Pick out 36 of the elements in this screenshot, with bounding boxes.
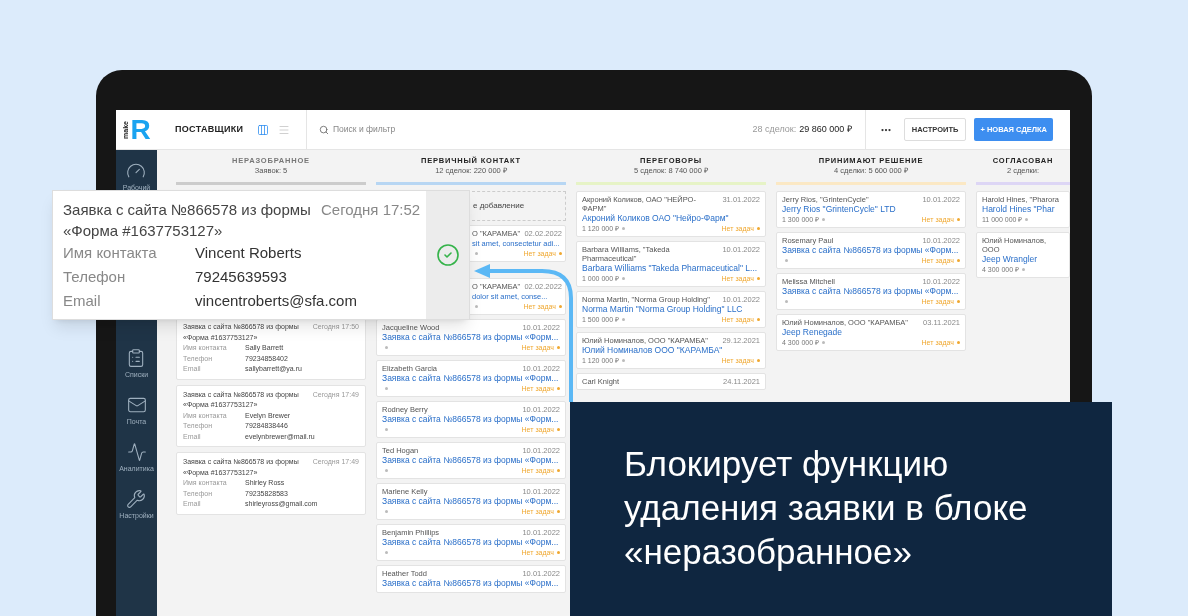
deals-count: 28 сделок:: [752, 122, 797, 136]
deal-link[interactable]: Заявка с сайта №866578 из формы «Форм...: [382, 414, 560, 425]
popup-title: Заявка с сайта №866578 из формы «Форма #1637753127»: [63, 200, 312, 241]
deal-link[interactable]: Заявка с сайта №866578 из формы «Форм...: [382, 455, 560, 466]
field-label: Email: [63, 291, 102, 311]
field-label: Имя контакта: [63, 243, 158, 263]
deal-link[interactable]: Заявка с сайта №866578 из формы «Форм...: [382, 537, 560, 548]
deal-link[interactable]: Юлий Номиналов ООО "КАРАМБА": [582, 345, 760, 356]
deals-total: 29 860 000 ₽: [799, 122, 852, 136]
mail-icon: [126, 395, 147, 415]
deal-link[interactable]: Заявка с сайта №866578 из формы «Форм...: [782, 245, 960, 256]
field-value: vincentroberts@sfa.com: [195, 291, 358, 311]
chart-line-icon: [126, 442, 147, 462]
check-circle-icon: [435, 243, 460, 267]
deal-link[interactable]: Акроний Коликов ОАО "Нейро-Фарм": [582, 213, 760, 224]
field-label: Телефон: [63, 267, 127, 287]
page-title: ПОСТАВЩИКИ: [175, 122, 244, 136]
deal-link[interactable]: Jerry Rios "GrintenCycle" LTD: [782, 204, 960, 215]
deal-link[interactable]: Jeep Renegade: [782, 327, 960, 338]
deal-link[interactable]: Заявка с сайта №866578 из формы «Форм...: [382, 578, 560, 589]
deal-link[interactable]: Barbara Williams "Takeda Pharmaceutical" L...: [582, 263, 760, 274]
deal-link[interactable]: Заявка с сайта №866578 из формы «Форм...: [782, 286, 960, 297]
search-field[interactable]: Поиск и фильтр: [333, 123, 533, 136]
field-value: 79245639593: [195, 267, 288, 287]
field-value: Vincent Roberts: [195, 243, 303, 263]
approve-strip[interactable]: [426, 191, 469, 319]
deal-link[interactable]: Заявка с сайта №866578 из формы «Форм...: [382, 332, 560, 343]
kanban-view-button[interactable]: [257, 123, 270, 136]
banner-text: Блокирует функцию удаления заявки в блоке «неразобранное»: [624, 443, 1029, 573]
deal-link[interactable]: Заявка с сайта №866578 из формы «Форм...: [382, 373, 560, 384]
deal-link[interactable]: Заявка с сайта №866578 из формы «Форм...: [382, 496, 560, 507]
search-icon: [319, 124, 329, 135]
deal-link[interactable]: Norma Martin "Norma Group Holding" LLC: [582, 304, 760, 315]
wrench-icon: [126, 489, 147, 509]
deal-link[interactable]: Jeep Wrangler: [982, 254, 1064, 265]
deal-link[interactable]: Harold Hines "Phar: [982, 204, 1064, 215]
